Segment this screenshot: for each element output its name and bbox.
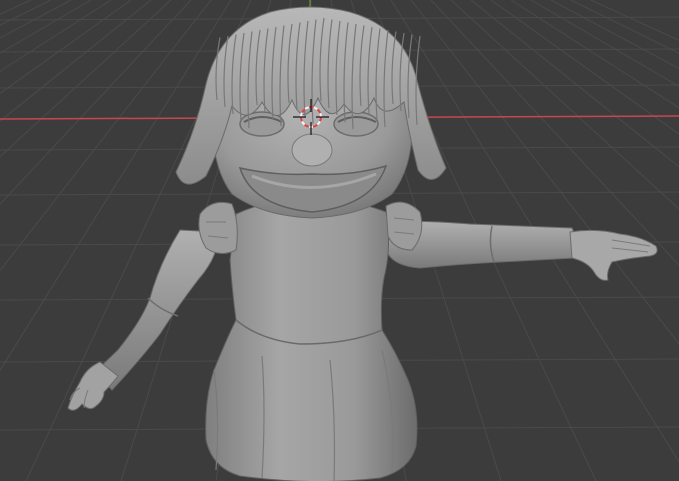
nose [291, 133, 333, 167]
left-hand[interactable] [569, 229, 658, 281]
grid-line [0, 0, 32, 15]
dress[interactable] [198, 199, 423, 481]
grid-line [0, 0, 52, 26]
grid-line [0, 0, 172, 158]
grid-line [0, 0, 192, 205]
grid-line [0, 0, 132, 94]
grid-line [0, 0, 112, 72]
3d-viewport[interactable] [0, 0, 679, 481]
viewport-canvas[interactable] [0, 0, 679, 481]
